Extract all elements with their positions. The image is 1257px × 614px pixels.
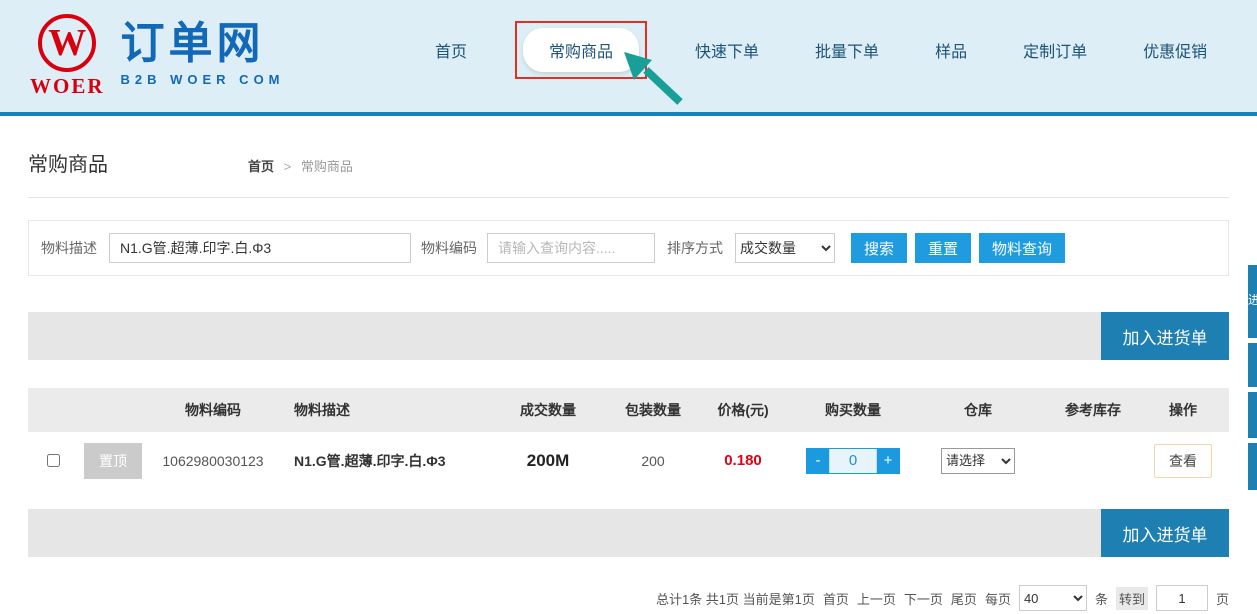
cell-material-desc: N1.G管.超薄.印字.白.Φ3: [278, 451, 488, 471]
per-page-select[interactable]: 40: [1019, 585, 1087, 611]
quantity-stepper: - +: [806, 448, 900, 474]
goto-page-input[interactable]: [1156, 585, 1208, 611]
warehouse-select[interactable]: 请选择: [941, 448, 1015, 474]
material-code-input[interactable]: [487, 233, 655, 263]
breadcrumb-current: 常购商品: [301, 159, 353, 174]
logo[interactable]: W WOER 订单网 B2B WOER COM: [30, 14, 285, 99]
pagination: 总计1条 共1页 当前是第1页 首页 上一页 下一页 尾页 每页 40 条 转到…: [28, 585, 1229, 611]
pagination-summary: 总计1条 共1页 当前是第1页: [656, 589, 815, 608]
pagination-prev[interactable]: 上一页: [857, 589, 896, 608]
quantity-input[interactable]: [829, 449, 877, 473]
cell-price: 0.180: [698, 452, 788, 469]
breadcrumb: 首页 > 常购商品: [248, 156, 353, 175]
header-ref-stock: 参考库存: [1038, 400, 1148, 420]
header-desc: 物料描述: [278, 400, 488, 420]
logo-woer-text: WOER: [30, 74, 105, 99]
page-head: 常购商品 首页 > 常购商品: [28, 148, 1229, 198]
logo-circle-icon: W: [38, 14, 96, 72]
header-warehouse: 仓库: [918, 400, 1038, 420]
nav-item-promotions[interactable]: 优惠促销: [1143, 38, 1207, 62]
page-title: 常购商品: [28, 148, 108, 177]
sort-label: 排序方式: [667, 238, 723, 258]
floating-side-menu: 进: [1248, 265, 1257, 495]
pagination-next[interactable]: 下一页: [904, 589, 943, 608]
header-price: 价格(元): [698, 400, 788, 420]
nav-item-custom-order[interactable]: 定制订单: [1023, 38, 1087, 62]
quantity-plus-button[interactable]: +: [877, 449, 899, 473]
search-button[interactable]: 搜索: [851, 233, 907, 263]
product-table: 物料编码 物料描述 成交数量 包装数量 价格(元) 购买数量 仓库 参考库存 操…: [28, 388, 1229, 489]
logo-w-letter: W: [48, 24, 86, 62]
floating-menu-item[interactable]: [1248, 443, 1257, 490]
breadcrumb-separator: >: [284, 159, 292, 174]
header: W WOER 订单网 B2B WOER COM 首页 常购商品 快速下单 批量下…: [0, 0, 1257, 116]
cell-pack-qty: 200: [608, 453, 698, 469]
header-pack-qty: 包装数量: [608, 400, 698, 420]
site-subtitle: B2B WOER COM: [121, 72, 285, 87]
woer-logo-icon: W WOER: [30, 14, 105, 99]
material-query-button[interactable]: 物料查询: [979, 233, 1065, 263]
goto-page-unit: 页: [1216, 589, 1229, 608]
header-code: 物料编码: [148, 400, 278, 420]
nav-item-batch-order[interactable]: 批量下单: [815, 38, 879, 62]
cell-material-code: 1062980030123: [148, 453, 278, 469]
sort-select[interactable]: 成交数量: [735, 233, 835, 263]
breadcrumb-home[interactable]: 首页: [248, 159, 274, 174]
pagination-last[interactable]: 尾页: [951, 589, 977, 608]
top-action-bar: 加入进货单: [28, 312, 1229, 360]
floating-menu-item[interactable]: [1248, 343, 1257, 387]
header-buy-qty: 购买数量: [788, 400, 918, 420]
annotation-arrow-icon: [622, 50, 686, 108]
nav-item-quick-order[interactable]: 快速下单: [695, 38, 759, 62]
header-deal-qty: 成交数量: [488, 400, 608, 420]
material-code-label: 物料编码: [421, 238, 477, 258]
bottom-action-bar: 加入进货单: [28, 509, 1229, 557]
view-button[interactable]: 查看: [1154, 444, 1212, 478]
main-nav: 首页 常购商品 快速下单 批量下单 样品 定制订单 优惠促销: [435, 0, 1207, 100]
table-row: 置顶 1062980030123 N1.G管.超薄.印字.白.Φ3 200M 2…: [28, 432, 1229, 489]
nav-item-home[interactable]: 首页: [435, 38, 467, 62]
floating-menu-item[interactable]: [1248, 392, 1257, 438]
material-desc-input[interactable]: [109, 233, 411, 263]
row-checkbox[interactable]: [47, 454, 60, 467]
pagination-first[interactable]: 首页: [823, 589, 849, 608]
table-header-row: 物料编码 物料描述 成交数量 包装数量 价格(元) 购买数量 仓库 参考库存 操…: [28, 388, 1229, 432]
add-to-cart-button-bottom[interactable]: 加入进货单: [1101, 509, 1229, 557]
material-desc-label: 物料描述: [41, 238, 97, 258]
filter-panel: 物料描述 物料编码 排序方式 成交数量 搜索 重置 物料查询: [28, 220, 1229, 276]
add-to-cart-button-top[interactable]: 加入进货单: [1101, 312, 1229, 360]
per-page-label: 每页: [985, 589, 1011, 608]
cell-deal-qty: 200M: [488, 451, 608, 471]
per-page-unit: 条: [1095, 589, 1108, 608]
goto-label: 转到: [1116, 587, 1148, 610]
site-name: 订单网: [121, 20, 285, 68]
nav-item-sample[interactable]: 样品: [935, 38, 967, 62]
reset-button[interactable]: 重置: [915, 233, 971, 263]
floating-menu-item[interactable]: 进: [1248, 265, 1257, 338]
header-operation: 操作: [1148, 400, 1218, 420]
quantity-minus-button[interactable]: -: [807, 449, 829, 473]
pin-top-button[interactable]: 置顶: [84, 443, 142, 479]
